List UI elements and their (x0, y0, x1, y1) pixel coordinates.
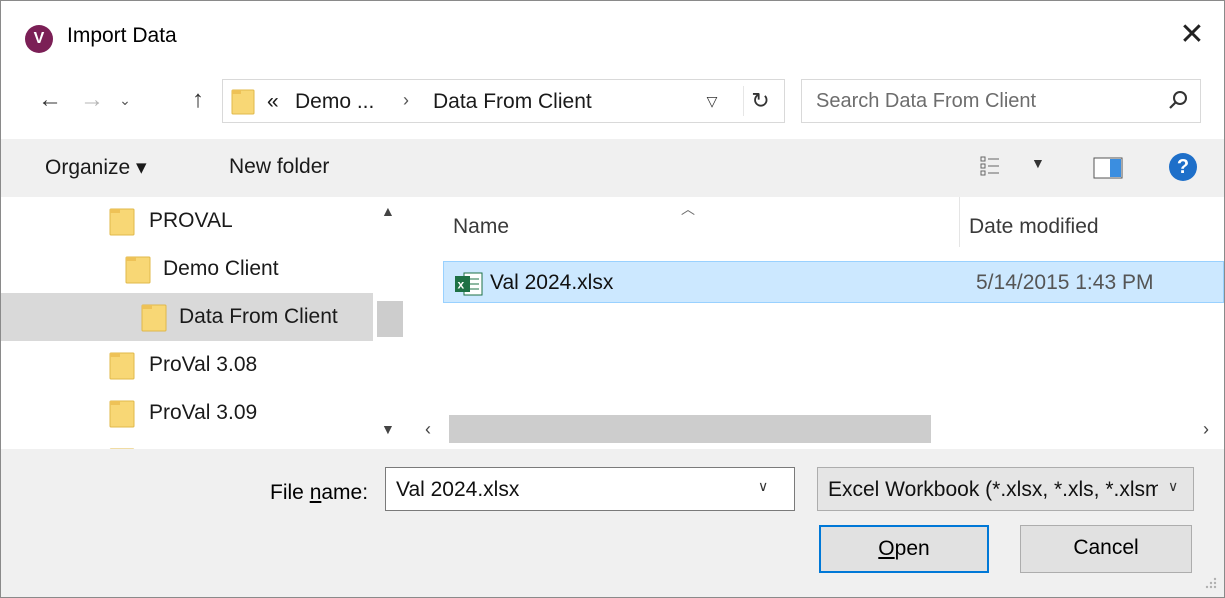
open-label: pen (894, 537, 930, 560)
open-button[interactable]: Open (819, 525, 989, 573)
chevron-down-icon[interactable]: ∨ (1168, 478, 1178, 495)
folder-icon (109, 207, 135, 243)
scroll-down-icon[interactable]: ▼ (381, 421, 395, 437)
command-bar: Organize ▾ New folder ▼ ? (1, 139, 1224, 197)
app-logo-icon: V (25, 25, 53, 53)
forward-arrow-icon[interactable]: → (75, 85, 109, 115)
column-header-date-modified[interactable]: Date modified (969, 215, 1099, 239)
file-row[interactable]: x Val 2024.xlsx 5/14/2015 1:43 PM (443, 261, 1224, 303)
bottom-panel: File name: ∨ Excel Workbook (*.xlsx, *.x… (1, 449, 1224, 597)
scroll-left-icon[interactable]: ‹ (425, 419, 431, 440)
tree-item-proval[interactable]: PROVAL (1, 197, 373, 245)
scroll-up-icon[interactable]: ▲ (381, 203, 395, 219)
scroll-right-icon[interactable]: › (1203, 419, 1209, 440)
close-button[interactable]: ✕ (1169, 15, 1215, 55)
file-name-combobox[interactable]: ∨ (385, 467, 795, 511)
folder-icon (125, 255, 151, 291)
tree-item-data-from-client[interactable]: Data From Client (1, 293, 373, 341)
tree-item-label: ProVal 3.08 (149, 353, 258, 376)
tree-item-label: Demo Client (163, 257, 279, 280)
cancel-button[interactable]: Cancel (1020, 525, 1192, 573)
file-list-pane: ︿ Name Date modified x Val 2024.xlsx 5/1… (413, 197, 1224, 449)
file-type-select[interactable]: Excel Workbook (*.xlsx, *.xls, *.xlsm) ∨ (817, 467, 1194, 511)
file-name-label-pre: File (270, 481, 310, 504)
tree-item-partial[interactable] (1, 437, 373, 449)
tree-scrollbar[interactable]: ▲ ▼ (373, 197, 407, 449)
tree-item-demo-client[interactable]: Demo Client (1, 245, 373, 293)
tree-item-label: ProVal 3.09 (149, 401, 258, 424)
breadcrumb-separator-icon[interactable]: › (403, 90, 409, 111)
folder-icon (231, 88, 255, 122)
tree-item-proval-309[interactable]: ProVal 3.09 (1, 389, 373, 437)
breadcrumb-current[interactable]: Data From Client (433, 90, 592, 114)
help-icon[interactable]: ? (1169, 153, 1197, 181)
window-title: Import Data (67, 24, 177, 47)
file-type-value: Excel Workbook (*.xlsx, *.xls, *.xlsm) (828, 478, 1158, 501)
scrollbar-thumb[interactable] (449, 415, 931, 443)
recent-locations-chevron-icon[interactable]: ⌄ (113, 85, 137, 115)
back-arrow-icon[interactable]: ← (33, 85, 67, 115)
view-options-icon[interactable] (979, 155, 1001, 177)
sort-ascending-icon: ︿ (681, 201, 695, 217)
resize-grip-icon[interactable] (1201, 575, 1219, 593)
breadcrumb-overflow[interactable]: « (267, 90, 279, 114)
new-folder-button[interactable]: New folder (229, 155, 329, 179)
column-divider[interactable] (959, 197, 960, 247)
breadcrumb-demo[interactable]: Demo ... (295, 90, 374, 114)
column-header-name[interactable]: Name (453, 215, 509, 239)
search-box[interactable] (801, 79, 1201, 123)
file-name-label-post: ame: (321, 481, 369, 504)
folder-icon (109, 399, 135, 435)
address-bar[interactable]: « Demo ... › Data From Client ▽ ↻ (222, 79, 785, 123)
search-input[interactable] (816, 88, 1146, 114)
view-dropdown-icon[interactable]: ▼ (1031, 155, 1045, 171)
file-date-modified: 5/14/2015 1:43 PM (976, 271, 1154, 294)
tree-item-label: PROVAL (149, 209, 233, 232)
file-name-label: File name: (270, 481, 368, 505)
folder-icon (141, 303, 167, 339)
scrollbar-thumb[interactable] (377, 301, 403, 337)
import-data-dialog: V Import Data ✕ ← → ⌄ ↑ « Demo ... › Dat… (0, 0, 1225, 598)
file-name: Val 2024.xlsx (490, 271, 614, 294)
folder-icon (109, 351, 135, 387)
svg-text:x: x (458, 278, 465, 292)
preview-pane-icon[interactable] (1093, 157, 1123, 179)
excel-file-icon: x (454, 271, 484, 303)
search-icon[interactable] (1166, 89, 1190, 113)
tree-item-label: Data From Client (179, 305, 338, 328)
file-name-label-accel: n (309, 481, 322, 504)
up-arrow-icon[interactable]: ↑ (181, 85, 215, 115)
address-dropdown-icon[interactable]: ▽ (701, 88, 723, 114)
chevron-down-icon[interactable]: ∨ (758, 478, 768, 495)
open-accel: O (878, 537, 895, 560)
tree-item-proval-308[interactable]: ProVal 3.08 (1, 341, 373, 389)
refresh-icon[interactable]: ↻ (743, 86, 777, 116)
file-name-input[interactable] (396, 476, 746, 504)
organize-menu-button[interactable]: Organize ▾ (45, 155, 147, 180)
navigation-pane: PROVAL Demo Client Data From Client ProV… (1, 197, 407, 449)
horizontal-scrollbar[interactable]: ‹ › (413, 411, 1224, 449)
title-bar: V Import Data ✕ (1, 1, 1224, 67)
